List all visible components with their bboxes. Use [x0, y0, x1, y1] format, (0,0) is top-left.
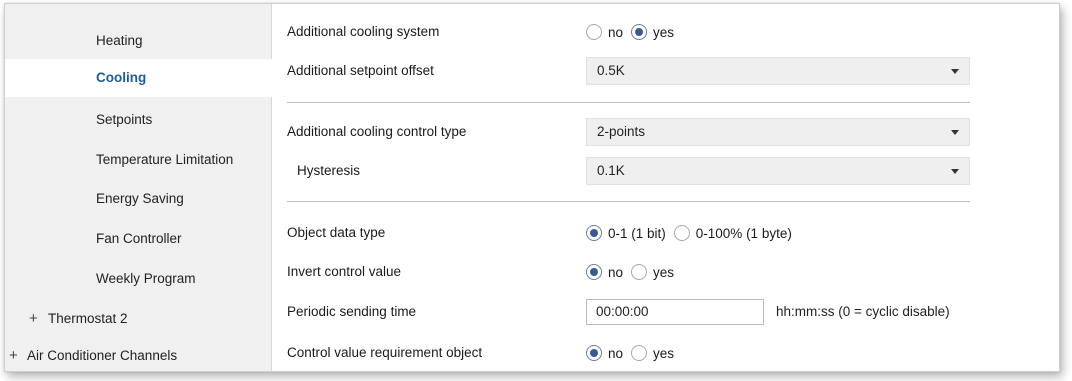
sidebar-item-label: Cooling	[96, 70, 147, 85]
row-additional-cooling-system: Additional cooling system no yes	[272, 14, 1059, 50]
sidebar: Heating Cooling Setpoints Temperature Li…	[5, 4, 272, 371]
radio-label: yes	[653, 264, 675, 280]
radio-1-bit[interactable]: 0-1 (1 bit)	[586, 225, 666, 241]
radio-label: yes	[653, 345, 675, 361]
hysteresis-dropdown[interactable]: 0.1K	[586, 157, 970, 185]
sidebar-item-cooling[interactable]: Cooling	[5, 59, 272, 97]
radio-circle-selected[interactable]	[586, 345, 602, 361]
divider	[287, 201, 970, 202]
periodic-sending-time-hint: hh:mm:ss (0 = cyclic disable)	[776, 304, 950, 319]
parameter-window: Heating Cooling Setpoints Temperature Li…	[4, 3, 1060, 372]
sidebar-item-thermostat-2[interactable]: + Thermostat 2	[5, 300, 271, 338]
radio-1-byte[interactable]: 0-100% (1 byte)	[673, 225, 792, 241]
radio-label: 0-100% (1 byte)	[695, 225, 792, 241]
row-object-data-type: Object data type 0-1 (1 bit) 0-100% (1 b…	[272, 215, 1059, 251]
sidebar-item-temperature-limitation[interactable]: Temperature Limitation	[5, 141, 271, 179]
plus-icon[interactable]: +	[9, 337, 18, 371]
radio-yes[interactable]: yes	[631, 345, 674, 361]
parameter-panel: Additional cooling system no yes Additio…	[272, 4, 1059, 371]
sidebar-item-label: Setpoints	[96, 112, 153, 127]
sidebar-item-air-conditioner-channels[interactable]: + Air Conditioner Channels	[5, 337, 271, 371]
additional-cooling-system-label: Additional cooling system	[287, 24, 440, 39]
divider	[287, 102, 970, 103]
plus-icon[interactable]: +	[29, 300, 38, 338]
object-data-type-label: Object data type	[287, 225, 386, 240]
radio-yes[interactable]: yes	[631, 264, 674, 280]
periodic-sending-time-input[interactable]: 00:00:00	[586, 299, 764, 325]
periodic-sending-time-label: Periodic sending time	[287, 304, 417, 319]
radio-no[interactable]: no	[586, 264, 623, 280]
control-type-dropdown[interactable]: 2-points	[586, 118, 970, 146]
radio-circle-selected[interactable]	[586, 225, 602, 241]
row-control-value-requirement: Control value requirement object no yes	[272, 335, 1059, 371]
radio-circle[interactable]	[631, 345, 648, 361]
invert-control-value-label: Invert control value	[287, 264, 402, 279]
sidebar-item-energy-saving[interactable]: Energy Saving	[5, 180, 271, 218]
sidebar-item-label: Heating	[96, 33, 143, 48]
dropdown-value: 0.5K	[597, 63, 625, 78]
sidebar-item-label: Thermostat 2	[48, 311, 128, 326]
sidebar-item-label: Temperature Limitation	[96, 152, 234, 167]
invert-control-value-radio-group: no yes	[586, 254, 682, 290]
additional-cooling-system-radio-group: no yes	[586, 14, 682, 50]
chevron-down-icon	[951, 69, 959, 74]
sidebar-item-weekly-program[interactable]: Weekly Program	[5, 260, 271, 298]
row-invert-control-value: Invert control value no yes	[272, 254, 1059, 290]
sidebar-item-setpoints[interactable]: Setpoints	[5, 101, 271, 139]
row-periodic-sending-time: Periodic sending time 00:00:00 hh:mm:ss …	[272, 294, 1059, 330]
object-data-type-radio-group: 0-1 (1 bit) 0-100% (1 byte)	[586, 215, 800, 251]
radio-label: yes	[653, 24, 675, 40]
sidebar-item-heating[interactable]: Heating	[5, 22, 271, 60]
row-control-type: Additional cooling control type 2-points	[272, 114, 1059, 150]
sidebar-item-fan-controller[interactable]: Fan Controller	[5, 220, 271, 258]
additional-setpoint-offset-dropdown[interactable]: 0.5K	[586, 57, 970, 85]
radio-circle[interactable]	[673, 225, 690, 241]
radio-label: 0-1 (1 bit)	[608, 225, 666, 241]
control-value-requirement-radio-group: no yes	[586, 335, 682, 371]
radio-yes[interactable]: yes	[631, 24, 674, 40]
radio-no[interactable]: no	[586, 24, 623, 40]
radio-label: no	[608, 264, 624, 280]
additional-setpoint-offset-label: Additional setpoint offset	[287, 63, 434, 78]
radio-circle-selected[interactable]	[631, 24, 648, 40]
sidebar-item-label: Weekly Program	[96, 271, 196, 286]
radio-circle[interactable]	[631, 264, 648, 280]
sidebar-item-label: Air Conditioner Channels	[27, 348, 178, 363]
row-hysteresis: Hysteresis 0.1K	[272, 153, 1059, 189]
radio-circle[interactable]	[586, 24, 602, 40]
control-type-label: Additional cooling control type	[287, 124, 467, 139]
dropdown-value: 2-points	[597, 124, 646, 139]
radio-label: no	[608, 24, 624, 40]
row-additional-setpoint-offset: Additional setpoint offset 0.5K	[272, 53, 1059, 89]
sidebar-item-label: Fan Controller	[96, 231, 182, 246]
control-value-requirement-label: Control value requirement object	[287, 345, 483, 360]
radio-label: no	[608, 345, 624, 361]
chevron-down-icon	[951, 130, 959, 135]
dropdown-value: 0.1K	[597, 163, 625, 178]
sidebar-item-label: Energy Saving	[96, 191, 184, 206]
hysteresis-label: Hysteresis	[297, 163, 361, 178]
radio-no[interactable]: no	[586, 345, 623, 361]
chevron-down-icon	[951, 169, 959, 174]
radio-circle-selected[interactable]	[586, 264, 602, 280]
